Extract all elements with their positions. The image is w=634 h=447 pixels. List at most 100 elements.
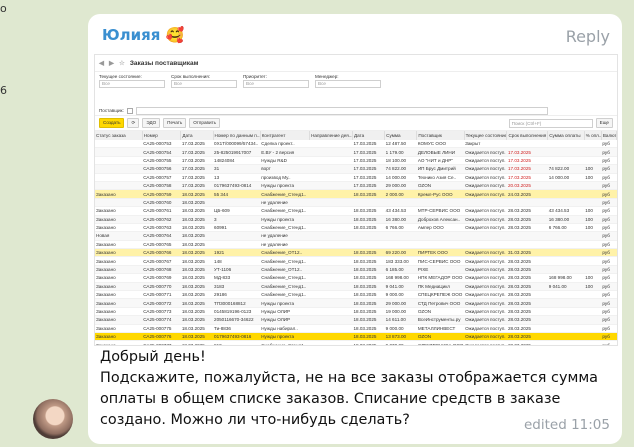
table-row[interactable]: СА25-000757 17.03.2025 13 производ Му.. 17.0… <box>95 173 617 182</box>
table-cell: руб <box>601 315 617 325</box>
table-cell: 100 <box>584 206 602 216</box>
filter-select[interactable]: Все <box>315 80 381 88</box>
table-row[interactable]: Заказано СА25-000773 18.03.2025 0145819196-… <box>95 307 617 317</box>
column-header[interactable]: Статус заказа <box>95 131 143 140</box>
column-header[interactable]: Поставщик <box>416 131 465 140</box>
sender-avatar[interactable] <box>33 399 73 439</box>
print-button[interactable]: Печать <box>163 118 187 128</box>
supplier-checkbox[interactable] <box>126 107 133 114</box>
table-row[interactable]: Заказано СА25-000767 18.03.2025 148 Снабжени… <box>95 256 617 266</box>
table-cell: 18.03.2025 <box>352 282 385 292</box>
table-cell: руб <box>601 324 617 334</box>
more-button[interactable]: Еще <box>595 118 613 128</box>
table-cell: Ожидается поступ. <box>464 307 507 317</box>
column-header[interactable]: Направление дея... <box>309 131 353 140</box>
table-cell: 6 766.00 <box>547 223 585 233</box>
table-row[interactable]: СА25-000755 17.03.2025 14824084 Нужды R&D 17… <box>95 156 617 166</box>
table-row[interactable]: Заказано СА25-000766 18.03.2025 1921 Снабжен… <box>95 248 617 258</box>
table-row[interactable]: Заказано СА25-000774 18.03.2025 2050116670-… <box>95 315 617 325</box>
table-cell <box>416 198 465 208</box>
table-row[interactable]: Заказано СА25-000759 18.03.2025 55 344 Снабж… <box>95 189 617 199</box>
column-header[interactable]: Текущее состояние <box>464 131 508 140</box>
table-row[interactable]: Заказано СА25-000769 18.03.2025 МД-833 Снабж… <box>95 273 617 283</box>
table-row[interactable]: Заказано СА25-000770 18.03.2025 3183 Снабжен… <box>95 282 617 292</box>
table-cell: Заказано <box>95 340 143 345</box>
column-header[interactable]: Номер по данным п... <box>213 131 261 140</box>
table-row[interactable]: СА25-000758 17.03.2025 0179637493-0814 Нужд… <box>95 181 617 191</box>
column-header[interactable]: Дата <box>352 131 386 140</box>
table-cell: Снабжение_ОТ12.. <box>260 265 310 275</box>
table-cell: ворт <box>260 164 310 174</box>
table-cell: 28.03.2025 <box>506 206 548 216</box>
sender-name[interactable]: Юлияя 🥰 <box>102 26 184 44</box>
table-row[interactable]: СА25-000760 18.03.2025 не удаление руб <box>95 198 617 208</box>
table-cell: 18.03.2025 <box>352 298 385 308</box>
filter-select[interactable]: Все <box>99 80 165 88</box>
table-row[interactable]: СА25-000756 17.03.2025 31 ворт 17.03.2025 74 … <box>95 164 617 174</box>
table-cell: СА25-000774 <box>142 315 181 325</box>
supplier-field[interactable] <box>135 106 548 115</box>
table-cell: 18.03.2025 <box>352 290 385 300</box>
column-header[interactable]: Валюта <box>601 131 617 140</box>
table-cell: 0179637493-0814 <box>213 181 261 191</box>
column-header[interactable]: Контрагент <box>260 131 311 140</box>
table-cell: 18.03.2025 <box>180 307 214 317</box>
table-row[interactable]: СА25-000753 17.03.2025 0X1T/000099/57434..… <box>95 140 617 149</box>
table-cell: 31.03.2025 <box>506 248 548 258</box>
table-cell: СА25-000753 <box>142 140 181 149</box>
table-row[interactable]: Заказано СА25-000762 18.03.2025 3 Нужды прое… <box>95 215 617 224</box>
table-cell: Снабжение_Стенд1.. <box>260 206 310 216</box>
search-input[interactable]: Поиск (Ctrl+F) <box>508 118 593 128</box>
table-cell <box>309 282 353 292</box>
table-row[interactable]: Заказано СА25-000761 18.03.2025 ЦБ-609 Снабж… <box>95 206 617 216</box>
refresh-icon[interactable]: ⟳ <box>127 118 140 128</box>
table-cell: МЕТАЛЛИНВЕСТ <box>416 324 465 334</box>
table-cell <box>416 231 465 241</box>
table-cell <box>309 240 353 250</box>
table-row[interactable]: Заказано СА25-000765 18.03.2025 не удаление… <box>95 240 617 250</box>
send-button[interactable]: Отправить <box>189 118 221 128</box>
table-cell: Заказано <box>95 256 143 266</box>
table-row[interactable]: Заказано СА25-000771 18.03.2025 29186 Снабже… <box>95 290 617 300</box>
table-cell: СА25-000766 <box>142 248 181 258</box>
table-cell: 28.03.2025 <box>506 215 548 224</box>
column-header[interactable]: Сумма оплаты <box>547 131 585 140</box>
filter-select[interactable]: Все <box>243 80 309 88</box>
table-cell <box>309 223 353 233</box>
reply-button[interactable]: Reply <box>566 27 610 46</box>
table-row[interactable]: Заказано СА25-000777 18.03.2025 810 Снабжени… <box>95 340 617 345</box>
table-row[interactable]: Заказано СА25-000776 18.03.2025 0179637493-… <box>95 332 617 342</box>
filter-select[interactable]: Все <box>171 80 237 88</box>
column-header[interactable]: % опл... <box>584 131 602 140</box>
table-cell: руб <box>601 147 617 157</box>
table-cell: ПИС-СЕРВИС ООО <box>416 256 465 266</box>
edo-button[interactable]: ЭДО <box>142 118 161 128</box>
table-cell <box>547 198 585 208</box>
table-cell: 18.03.2025 <box>352 248 385 258</box>
table-row[interactable]: Заказано СА25-000763 18.03.2025 60991 Снабже… <box>95 223 617 233</box>
table-row[interactable]: СА25-000754 17.03.2025 25-825019917007 Е.ВУ… <box>95 147 617 157</box>
column-header[interactable]: Сумма <box>384 131 418 140</box>
column-header[interactable]: Номер <box>142 131 182 140</box>
table-cell <box>95 164 143 174</box>
table-cell: 18.03.2025 <box>180 256 214 266</box>
table-cell: 43 434.53 <box>547 206 585 216</box>
table-cell: Заказано <box>95 332 143 342</box>
table-cell: 18.03.2025 <box>180 290 214 300</box>
attached-screenshot[interactable]: ◀ ▶ ☆ Заказы поставщикам Текущее состоян… <box>94 54 618 346</box>
table-cell: Снабжение_ОТ12.. <box>260 248 310 258</box>
table-cell: ИП Брус Дмитрий <box>416 164 465 174</box>
table-cell: 17.03.2025 <box>352 147 385 157</box>
table-row[interactable]: Заказано СА25-000768 18.03.2025 УТ-1106 Снаб… <box>95 265 617 275</box>
table-cell: 31 <box>213 164 261 174</box>
create-button[interactable]: Создать <box>99 118 125 128</box>
table-row[interactable]: Заказано СА25-000772 18.03.2025 ТП300016881… <box>95 298 617 308</box>
table-cell <box>506 140 548 149</box>
table-cell: Технико Азия Се.. <box>416 173 465 182</box>
table-cell: 18.03.2025 <box>180 248 214 258</box>
column-header[interactable]: Срок выполнения <box>506 131 549 140</box>
table-row[interactable]: Заказано СА25-000775 18.03.2025 Ти-8836 Нужд… <box>95 324 617 334</box>
table-cell <box>584 290 602 300</box>
column-header[interactable]: Дата <box>180 131 214 140</box>
table-row[interactable]: Новая СА25-000764 18.03.2025 не удаление руб <box>95 231 617 241</box>
